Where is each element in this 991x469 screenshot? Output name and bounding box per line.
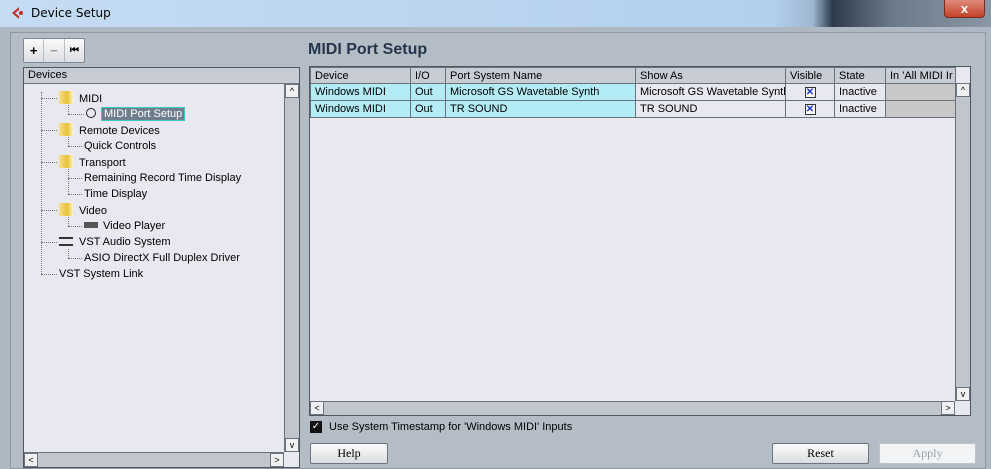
tree-label: Video Player (103, 220, 166, 232)
cell-visible[interactable]: ✕ (785, 83, 835, 101)
tree-vertical-scrollbar[interactable]: ^ v (284, 84, 299, 452)
midi-port-table: Device I/O Port System Name Show As Visi… (310, 67, 956, 118)
visible-checkbox[interactable]: ✕ (804, 87, 816, 98)
midi-port-icon (86, 108, 96, 118)
cell-port: Microsoft GS Wavetable Synth (445, 83, 636, 101)
table-row[interactable]: Windows MIDI Out TR SOUND TR SOUND ✕ Ina… (310, 100, 956, 118)
folder-icon (59, 155, 73, 168)
tree-item-time-display[interactable]: Time Display (84, 187, 147, 201)
add-device-button[interactable]: + (24, 39, 45, 62)
col-port-system-name[interactable]: Port System Name (445, 67, 636, 84)
cubase-logo-icon (12, 7, 23, 19)
scroll-up-button[interactable]: ^ (285, 84, 299, 98)
cell-in-all-midi[interactable] (885, 100, 956, 118)
tree-label: MIDI Port Setup (101, 107, 186, 121)
tree-label: MIDI (79, 93, 103, 105)
scroll-left-button[interactable]: < (310, 401, 324, 415)
cell-device: Windows MIDI (310, 100, 411, 118)
cell-show-as[interactable]: TR SOUND (635, 100, 786, 118)
apply-button[interactable]: Apply (879, 443, 976, 464)
table-row[interactable]: Windows MIDI Out Microsoft GS Wavetable … (310, 83, 956, 101)
tree-horizontal-scrollbar[interactable]: < > (24, 452, 284, 467)
tree-item-transport[interactable]: Transport (59, 155, 126, 170)
scroll-up-button[interactable]: ^ (956, 83, 970, 97)
tree-label: Transport (79, 157, 126, 169)
tree-item-remote-devices[interactable]: Remote Devices (59, 123, 160, 138)
help-button[interactable]: Help (310, 443, 388, 464)
cell-io: Out (410, 100, 446, 118)
close-button[interactable]: x (944, 0, 985, 18)
col-state[interactable]: State (834, 67, 886, 84)
devices-tree: Devices ^ v < > MIDI MIDI Port Setup Rem… (23, 67, 300, 468)
tree-label: Video (79, 205, 107, 217)
folder-icon (59, 123, 73, 136)
cell-io: Out (410, 83, 446, 101)
table-horizontal-scrollbar[interactable]: < > (310, 401, 955, 415)
tree-item-midi-port-setup[interactable]: MIDI Port Setup (86, 107, 186, 121)
reset-device-button[interactable]: ⏮ (65, 39, 84, 62)
tree-item-vst-system-link[interactable]: VST System Link (59, 267, 143, 281)
tree-item-midi[interactable]: MIDI (59, 91, 102, 106)
cell-show-as[interactable]: Microsoft GS Wavetable Synth (635, 83, 786, 101)
timestamp-checkbox[interactable]: ✓ (310, 421, 322, 433)
device-toolbar: + − ⏮ (23, 38, 85, 63)
scroll-left-button[interactable]: < (24, 453, 38, 467)
tree-item-quick-controls[interactable]: Quick Controls (84, 139, 156, 153)
tree-item-video[interactable]: Video (59, 203, 107, 218)
scroll-right-button[interactable]: > (270, 453, 284, 467)
col-show-as[interactable]: Show As (635, 67, 786, 84)
remove-device-button[interactable]: − (44, 39, 65, 62)
tree-item-video-player[interactable]: Video Player (84, 219, 165, 233)
cell-state: Inactive (834, 100, 886, 118)
tree-item-asio-driver[interactable]: ASIO DirectX Full Duplex Driver (84, 251, 240, 265)
table-vertical-scrollbar[interactable]: ^ v (955, 83, 970, 401)
scroll-down-button[interactable]: v (285, 438, 299, 452)
video-player-icon (84, 222, 98, 228)
tree-label: VST Audio System (79, 236, 171, 248)
visible-checkbox[interactable]: ✕ (804, 104, 816, 115)
col-io[interactable]: I/O (410, 67, 446, 84)
cell-in-all-midi[interactable] (885, 83, 956, 101)
devices-header: Devices (24, 68, 299, 84)
tree-item-remaining-record-time[interactable]: Remaining Record Time Display (84, 171, 241, 185)
page-title: MIDI Port Setup (308, 41, 428, 58)
audio-wave-icon (59, 237, 73, 246)
col-device[interactable]: Device (310, 67, 411, 84)
folder-icon (59, 203, 73, 216)
cell-visible[interactable]: ✕ (785, 100, 835, 118)
cell-state: Inactive (834, 83, 886, 101)
timestamp-option[interactable]: ✓ Use System Timestamp for 'Windows MIDI… (310, 421, 572, 433)
folder-icon (59, 91, 73, 104)
cell-port: TR SOUND (445, 100, 636, 118)
col-in-all-midi[interactable]: In 'All MIDI Ir (885, 67, 956, 84)
midi-port-table-panel: ^ v < > (309, 66, 971, 416)
tree-item-vst-audio-system[interactable]: VST Audio System (59, 235, 171, 249)
table-header-row: Device I/O Port System Name Show As Visi… (310, 67, 956, 84)
scroll-right-button[interactable]: > (941, 401, 955, 415)
window-title: Device Setup (31, 6, 111, 20)
col-visible[interactable]: Visible (785, 67, 835, 84)
title-bar (0, 0, 991, 27)
tree-label: Remote Devices (79, 125, 160, 137)
cell-device: Windows MIDI (310, 83, 411, 101)
reset-button[interactable]: Reset (772, 443, 869, 464)
timestamp-label: Use System Timestamp for 'Windows MIDI' … (329, 421, 573, 433)
scroll-down-button[interactable]: v (956, 387, 970, 401)
